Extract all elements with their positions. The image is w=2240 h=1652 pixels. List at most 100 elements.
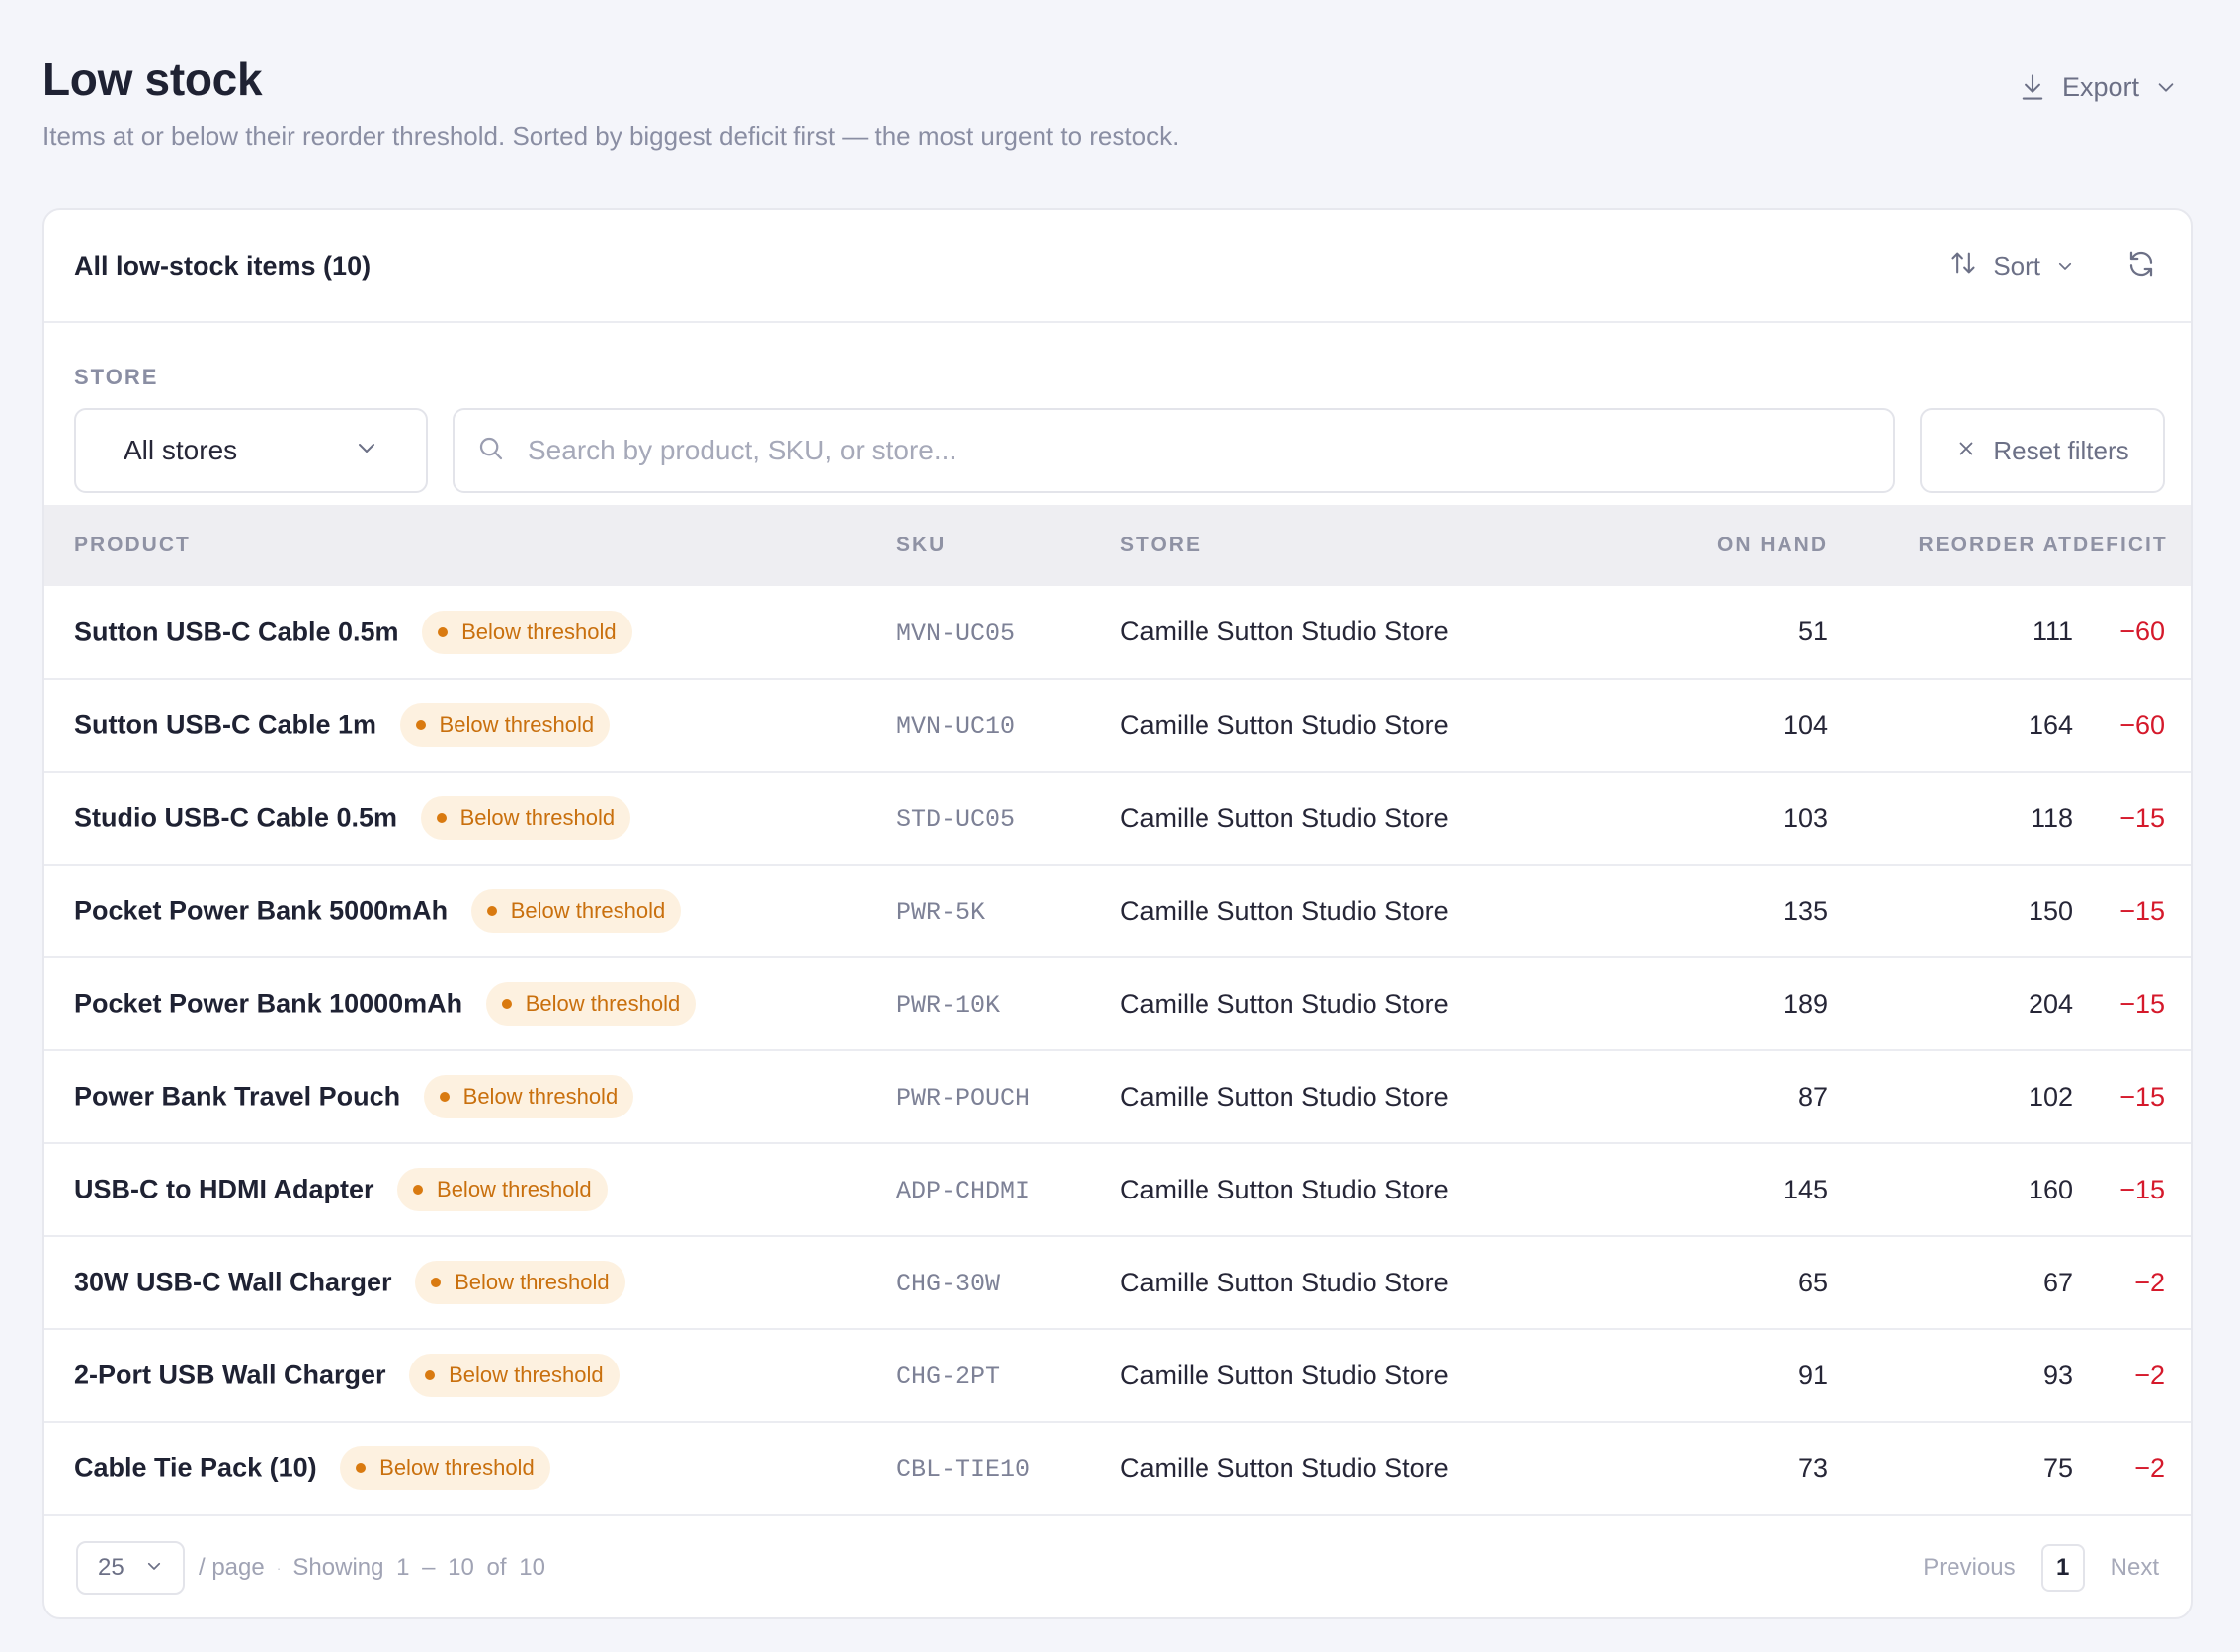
filters-bar: STORE All stores Search by product, SKU,… <box>44 323 2191 505</box>
table-row[interactable]: Pocket Power Bank 5000mAh Below threshol… <box>44 865 2191 957</box>
table-row[interactable]: Studio USB-C Cable 0.5m Below threshold … <box>44 772 2191 865</box>
column-header-reorder-at[interactable]: REORDER AT <box>1828 505 2073 586</box>
search-box <box>453 408 1895 493</box>
store-select-value: All stores <box>124 435 238 465</box>
cell-reorder-at: 111 <box>2032 617 2073 646</box>
table-row[interactable]: Power Bank Travel Pouch Below threshold … <box>44 1050 2191 1143</box>
cell-on-hand: 51 <box>1797 617 1828 646</box>
cell-store: Camille Sutton Studio Store <box>1120 617 1449 646</box>
cell-reorder-at: 102 <box>2028 1081 2073 1112</box>
column-header-deficit[interactable]: DEFICIT <box>2073 505 2191 586</box>
export-button[interactable]: Export <box>2019 59 2177 115</box>
cell-reorder-at: 150 <box>2028 895 2073 926</box>
cell-deficit: −15 <box>2073 772 2191 865</box>
sku-code: CBL-TIE10 <box>896 1455 1031 1484</box>
footer-separator: · <box>276 1560 282 1576</box>
card-tools: Sort <box>1950 246 2161 286</box>
cell-reorder-at: 67 <box>2042 1267 2073 1297</box>
next-page-button[interactable]: Next <box>2111 1554 2159 1582</box>
sku-code: PWR-POUCH <box>896 1084 1031 1113</box>
refresh-button[interactable] <box>2121 246 2161 286</box>
page-number-button[interactable]: 1 <box>2040 1544 2085 1592</box>
cell-sku: CBL-TIE10 <box>896 1422 1120 1515</box>
cell-deficit: −2 <box>2073 1329 2191 1422</box>
sort-icon <box>1950 249 1977 284</box>
chevron-down-icon <box>2056 251 2074 282</box>
cell-on-hand: 65 <box>1797 1267 1828 1297</box>
card-header: All low-stock items (10) Sort <box>44 210 2191 323</box>
previous-page-button[interactable]: Previous <box>1923 1554 2015 1582</box>
cell-product: Studio USB-C Cable 0.5m Below threshold <box>44 772 896 865</box>
cell-on-hand: 104 <box>1783 709 1828 740</box>
cell-store: Camille Sutton Studio Store <box>1120 1452 1449 1483</box>
deficit-value: −15 <box>2119 802 2165 833</box>
status-badge: Below threshold <box>415 1261 625 1304</box>
status-badge-label: Below threshold <box>379 1455 535 1480</box>
cell-store: Camille Sutton Studio Store <box>1120 895 1449 926</box>
sku-code: PWR-10K <box>896 991 1001 1020</box>
table-row[interactable]: Cable Tie Pack (10) Below threshold CBL-… <box>44 1422 2191 1515</box>
column-header-store[interactable]: STORE <box>1120 505 1575 586</box>
dot-icon <box>436 813 447 823</box>
search-input[interactable] <box>528 435 1871 466</box>
cell-product: Power Bank Travel Pouch Below threshold <box>44 1050 896 1143</box>
sort-label: Sort <box>1993 250 2040 281</box>
product-name: 30W USB-C Wall Charger <box>74 1267 392 1297</box>
low-stock-table: PRODUCT SKU STORE ON HAND REORDER AT DEF… <box>44 505 2191 1516</box>
sku-code: MVN-UC10 <box>896 712 1016 741</box>
cell-store: Camille Sutton Studio Store <box>1120 1360 1449 1390</box>
table-row[interactable]: Sutton USB-C Cable 0.5m Below threshold … <box>44 586 2191 679</box>
cell-sku: PWR-10K <box>896 957 1120 1050</box>
sort-button[interactable]: Sort <box>1950 249 2074 284</box>
reset-filters-button[interactable]: Reset filters <box>1920 408 2165 493</box>
table-row[interactable]: Sutton USB-C Cable 1m Below threshold MV… <box>44 679 2191 772</box>
store-filter-label: STORE <box>74 365 159 389</box>
status-badge-label: Below threshold <box>459 805 616 830</box>
cell-on-hand: 189 <box>1783 988 1828 1019</box>
cell-sku: MVN-UC05 <box>896 586 1120 679</box>
product-name: Studio USB-C Cable 0.5m <box>74 802 398 833</box>
deficit-value: −15 <box>2119 988 2165 1019</box>
status-badge: Below threshold <box>485 982 697 1026</box>
dot-icon <box>431 1278 442 1287</box>
deficit-value: −15 <box>2119 1174 2165 1204</box>
sku-code: ADP-CHDMI <box>896 1177 1031 1205</box>
cell-reorder-at: 204 <box>2028 988 2073 1019</box>
sku-code: PWR-5K <box>896 898 986 927</box>
cell-deficit: −60 <box>2073 679 2191 772</box>
store-select[interactable]: All stores <box>74 408 428 493</box>
sku-code: CHG-2PT <box>896 1363 1001 1391</box>
table-row[interactable]: Pocket Power Bank 10000mAh Below thresho… <box>44 957 2191 1050</box>
deficit-value: −2 <box>2134 1360 2165 1390</box>
deficit-value: −60 <box>2119 709 2165 740</box>
per-page-select[interactable]: 25 <box>76 1541 185 1595</box>
cell-reorder-at: 160 <box>2028 1174 2073 1204</box>
status-badge: Below threshold <box>423 1075 634 1118</box>
table-row[interactable]: 30W USB-C Wall Charger Below threshold C… <box>44 1236 2191 1329</box>
sku-code: MVN-UC05 <box>896 619 1016 648</box>
cell-sku: MVN-UC10 <box>896 679 1120 772</box>
status-badge-label: Below threshold <box>455 1270 610 1294</box>
table-row[interactable]: 2-Port USB Wall Charger Below threshold … <box>44 1329 2191 1422</box>
product-name: Sutton USB-C Cable 1m <box>74 709 377 740</box>
deficit-value: −15 <box>2119 1081 2165 1112</box>
cell-deficit: −15 <box>2073 1050 2191 1143</box>
status-badge: Below threshold <box>397 1168 608 1211</box>
low-stock-card: All low-stock items (10) Sort STORE All … <box>42 208 2193 1619</box>
cell-reorder-at: 118 <box>2030 802 2073 833</box>
table-row[interactable]: USB-C to HDMI Adapter Below threshold AD… <box>44 1143 2191 1236</box>
column-header-on-hand[interactable]: ON HAND <box>1575 505 1828 586</box>
cell-store: Camille Sutton Studio Store <box>1120 709 1449 740</box>
cell-product: USB-C to HDMI Adapter Below threshold <box>44 1143 896 1236</box>
dot-icon <box>486 906 497 916</box>
reset-filters-label: Reset filters <box>1993 435 2129 465</box>
status-badge: Below threshold <box>420 796 631 840</box>
column-header-product[interactable]: PRODUCT <box>44 505 896 586</box>
cell-on-hand: 73 <box>1797 1452 1828 1483</box>
pagination: Previous 1 Next <box>1923 1544 2159 1592</box>
product-name: Power Bank Travel Pouch <box>74 1081 401 1112</box>
column-header-sku[interactable]: SKU <box>896 505 1120 586</box>
product-name: USB-C to HDMI Adapter <box>74 1174 374 1204</box>
status-badge-label: Below threshold <box>449 1363 604 1387</box>
cell-on-hand: 91 <box>1797 1360 1828 1390</box>
